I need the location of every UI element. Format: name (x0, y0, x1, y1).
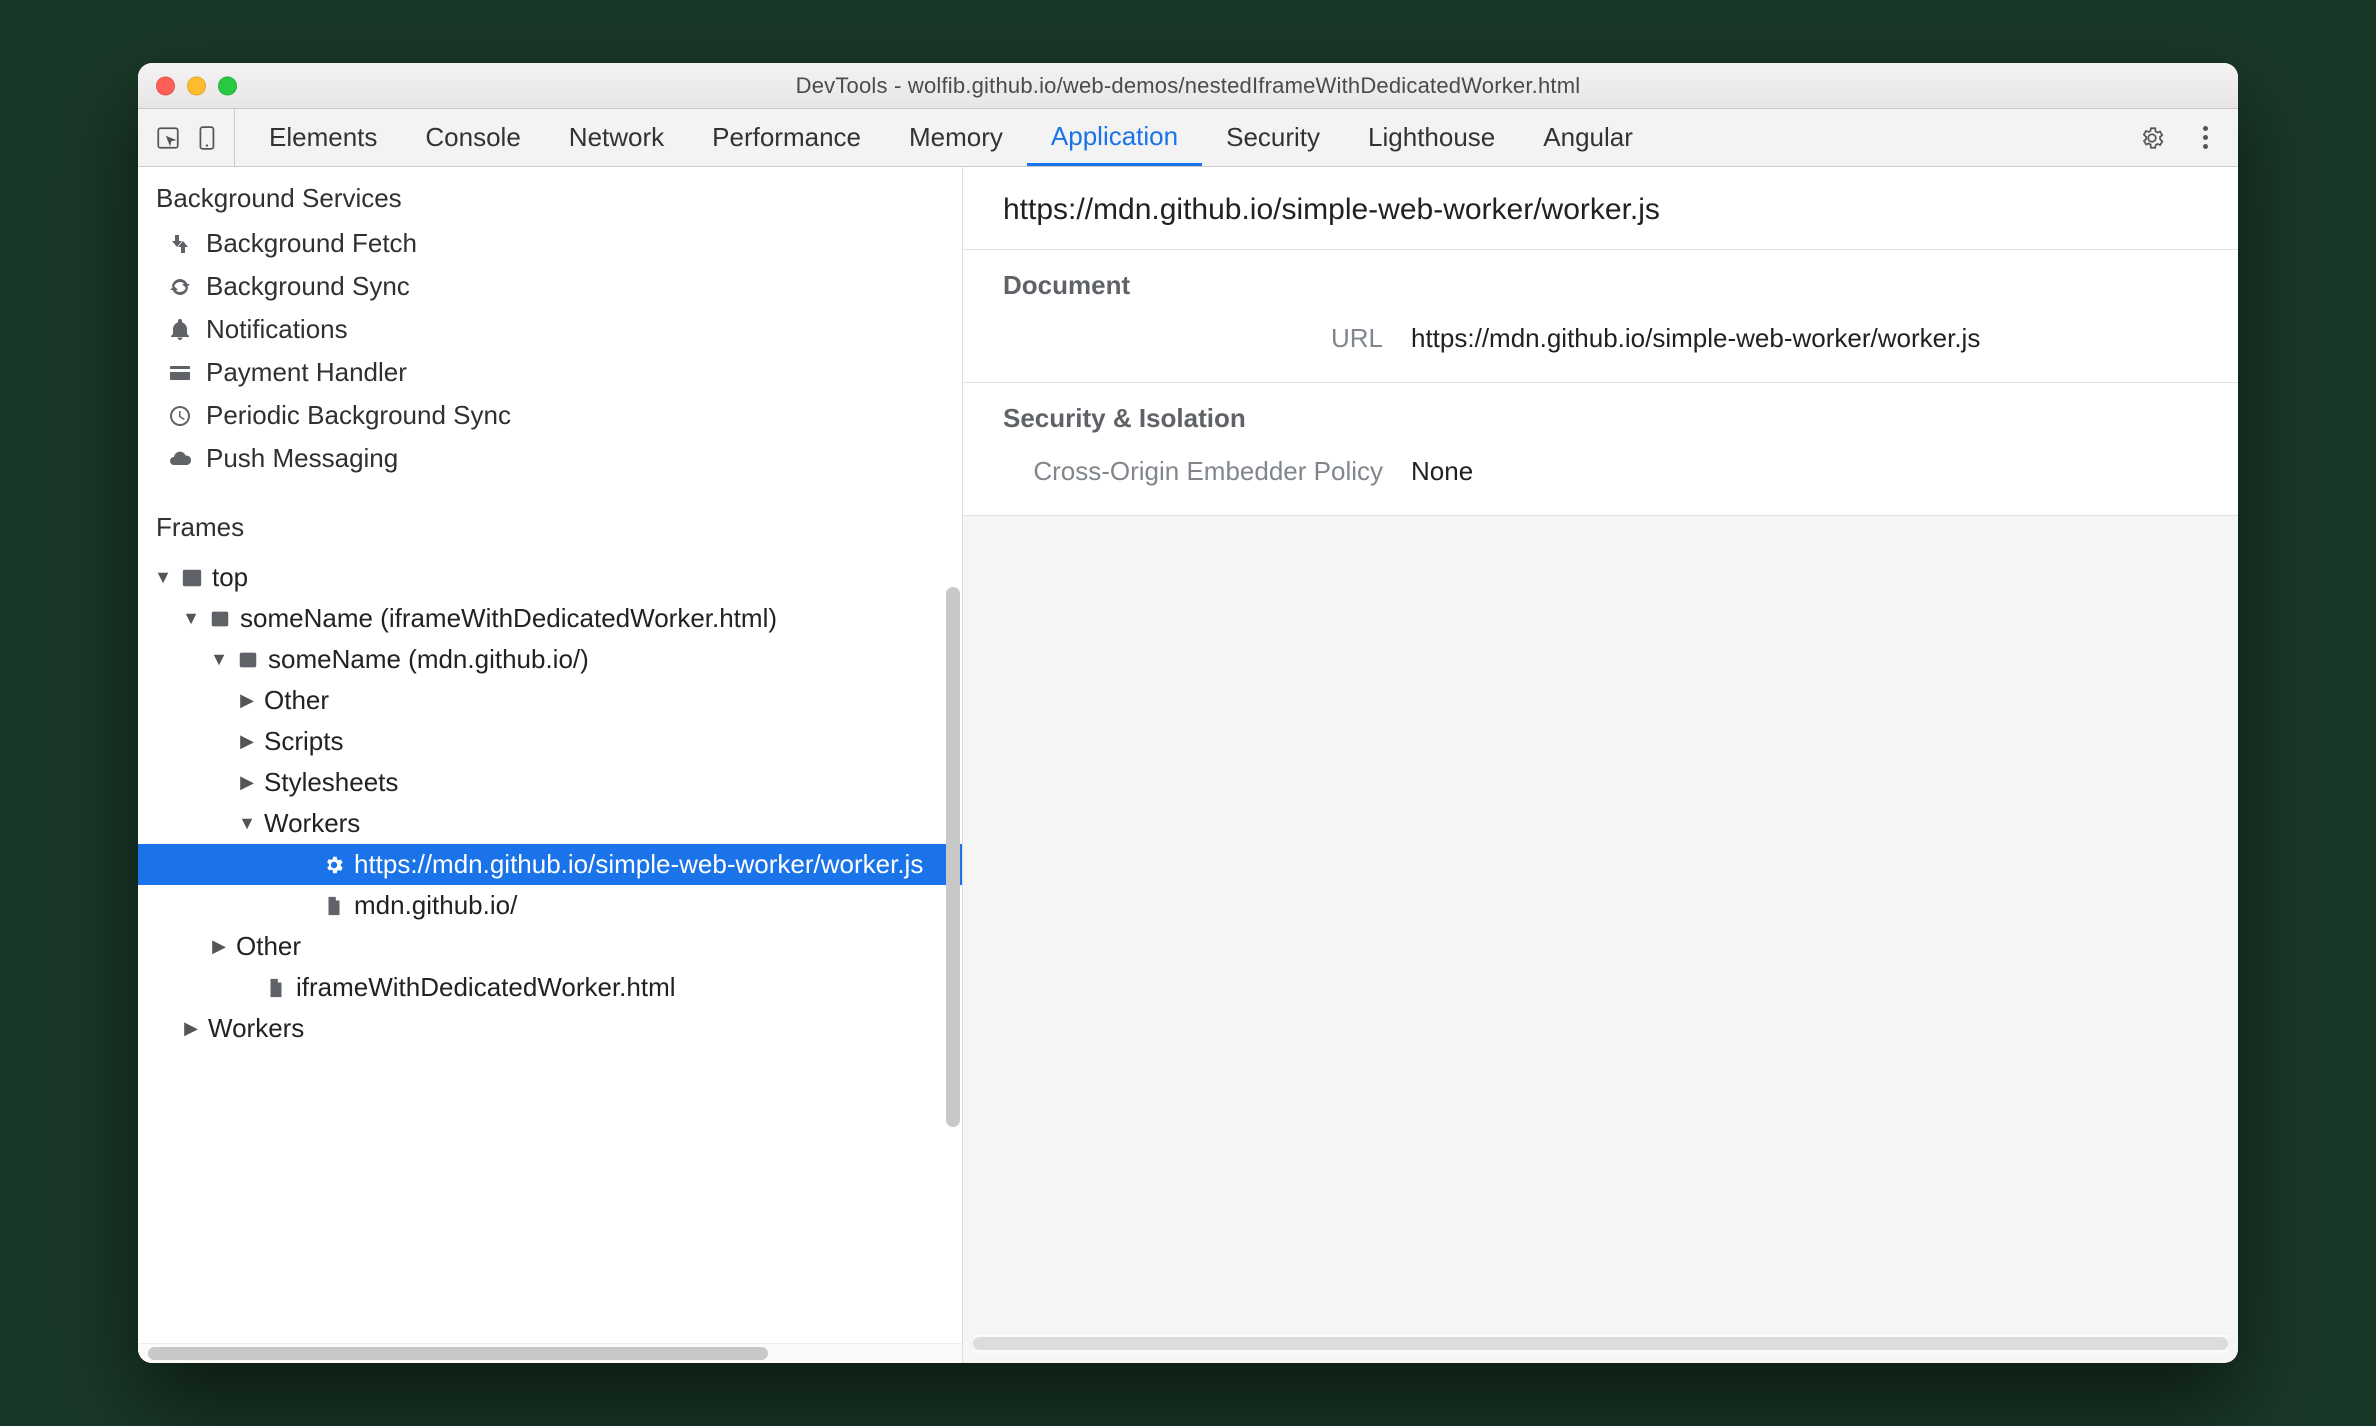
sidebar-item-push-messaging[interactable]: Push Messaging (138, 437, 962, 480)
tab-lighthouse[interactable]: Lighthouse (1344, 109, 1519, 166)
bell-icon (166, 316, 194, 344)
window-title: DevTools - wolfib.github.io/web-demos/ne… (138, 73, 2238, 99)
main-tabs: ElementsConsoleNetworkPerformanceMemoryA… (138, 109, 2238, 167)
card-icon (166, 359, 194, 387)
tree-label: Stylesheets (264, 767, 398, 798)
tree-row[interactable]: ▼ someName (iframeWithDedicatedWorker.htm… (138, 598, 962, 639)
kv-key: Cross-Origin Embedder Policy (1003, 456, 1383, 487)
tree-label: Other (236, 931, 301, 962)
close-window-button[interactable] (156, 76, 175, 95)
sidebar-item-label: Notifications (206, 314, 348, 345)
tree-row[interactable]: ▶ Other (138, 680, 962, 721)
tree-label: https://mdn.github.io/simple-web-worker/… (354, 849, 923, 880)
disclosure-triangle[interactable]: ▼ (210, 649, 228, 670)
minimize-window-button[interactable] (187, 76, 206, 95)
tree-row[interactable]: mdn.github.io/ (138, 885, 962, 926)
sidebar-item-background-fetch[interactable]: Background Fetch (138, 222, 962, 265)
settings-icon[interactable] (2136, 122, 2168, 154)
sidebar-item-label: Payment Handler (206, 357, 407, 388)
disclosure-triangle[interactable]: ▶ (238, 772, 256, 793)
toolbar-left (152, 109, 235, 166)
sidebar: Background Services Background Fetch Back… (138, 167, 963, 1363)
tree-label: top (212, 562, 248, 593)
tree-label: someName (mdn.github.io/) (268, 644, 589, 675)
tree-label: Scripts (264, 726, 343, 757)
tree-row[interactable]: ▼ top (138, 557, 962, 598)
frame-icon (236, 648, 260, 672)
tab-network[interactable]: Network (545, 109, 688, 166)
tree-row[interactable]: ▶ Stylesheets (138, 762, 962, 803)
details-pane: https://mdn.github.io/simple-web-worker/… (963, 167, 2238, 1363)
kv-row: URL https://mdn.github.io/simple-web-work… (1003, 321, 2198, 356)
sidebar-hscroll[interactable] (138, 1343, 962, 1363)
disclosure-triangle[interactable]: ▶ (238, 731, 256, 752)
tab-performance[interactable]: Performance (688, 109, 885, 166)
inspect-element-icon[interactable] (152, 122, 184, 154)
window-controls (156, 76, 237, 95)
sidebar-item-label: Background Fetch (206, 228, 417, 259)
fetch-icon (166, 230, 194, 258)
sidebar-item-payment-handler[interactable]: Payment Handler (138, 351, 962, 394)
tree-row[interactable]: ▶ Scripts (138, 721, 962, 762)
tab-elements[interactable]: Elements (245, 109, 401, 166)
cloud-icon (166, 445, 194, 473)
sidebar-item-periodic-background-sync[interactable]: Periodic Background Sync (138, 394, 962, 437)
frame-icon (208, 607, 232, 631)
kv-key: URL (1003, 323, 1383, 354)
zoom-window-button[interactable] (218, 76, 237, 95)
file-icon (264, 976, 288, 1000)
tab-console[interactable]: Console (401, 109, 544, 166)
tab-security[interactable]: Security (1202, 109, 1344, 166)
sidebar-item-background-sync[interactable]: Background Sync (138, 265, 962, 308)
sidebar-scrollbar[interactable] (944, 167, 962, 1323)
sidebar-item-label: Periodic Background Sync (206, 400, 511, 431)
tree-row[interactable]: https://mdn.github.io/simple-web-worker/… (138, 844, 962, 885)
file-icon (322, 894, 346, 918)
sidebar-item-notifications[interactable]: Notifications (138, 308, 962, 351)
section-frames: Frames (138, 502, 962, 551)
tab-angular[interactable]: Angular (1519, 109, 1657, 166)
more-menu-icon[interactable] (2194, 126, 2216, 149)
window-icon (180, 566, 204, 590)
tree-row[interactable]: ▼ Workers (138, 803, 962, 844)
disclosure-triangle[interactable]: ▶ (182, 1018, 200, 1039)
tree-row[interactable]: ▼ someName (mdn.github.io/) (138, 639, 962, 680)
section-title: Document (1003, 270, 2198, 301)
section-title: Security & Isolation (1003, 403, 2198, 434)
device-toolbar-icon[interactable] (192, 122, 224, 154)
tab-memory[interactable]: Memory (885, 109, 1027, 166)
tree-label: someName (iframeWithDedicatedWorker.html… (240, 603, 777, 634)
disclosure-triangle[interactable]: ▶ (210, 936, 228, 957)
tree-label: mdn.github.io/ (354, 890, 517, 921)
section-security-isolation: Security & Isolation Cross-Origin Embedde… (963, 383, 2238, 516)
kv-value: None (1411, 456, 1473, 487)
devtools-window: DevTools - wolfib.github.io/web-demos/ne… (138, 63, 2238, 1363)
disclosure-triangle[interactable]: ▼ (154, 567, 172, 588)
kv-value: https://mdn.github.io/simple-web-worker/… (1411, 323, 1980, 354)
disclosure-triangle[interactable]: ▶ (238, 690, 256, 711)
disclosure-triangle[interactable]: ▼ (182, 608, 200, 629)
tree-row[interactable]: ▶ Workers (138, 1008, 962, 1049)
details-header: https://mdn.github.io/simple-web-worker/… (963, 167, 2238, 250)
tree-label: iframeWithDedicatedWorker.html (296, 972, 676, 1003)
sidebar-item-label: Push Messaging (206, 443, 398, 474)
tree-label: Workers (264, 808, 360, 839)
tree-row[interactable]: ▶ Other (138, 926, 962, 967)
tree-label: Other (264, 685, 329, 716)
gear-icon (322, 853, 346, 877)
tree-row[interactable]: iframeWithDedicatedWorker.html (138, 967, 962, 1008)
sync-icon (166, 273, 194, 301)
section-background-services: Background Services (138, 173, 962, 222)
clock-icon (166, 402, 194, 430)
kv-row: Cross-Origin Embedder Policy None (1003, 454, 2198, 489)
tab-application[interactable]: Application (1027, 109, 1202, 166)
main-hscroll[interactable] (973, 1333, 2228, 1353)
sidebar-item-label: Background Sync (206, 271, 410, 302)
titlebar: DevTools - wolfib.github.io/web-demos/ne… (138, 63, 2238, 109)
disclosure-triangle[interactable]: ▼ (238, 813, 256, 834)
tree-label: Workers (208, 1013, 304, 1044)
section-document: Document URL https://mdn.github.io/simple-… (963, 250, 2238, 383)
